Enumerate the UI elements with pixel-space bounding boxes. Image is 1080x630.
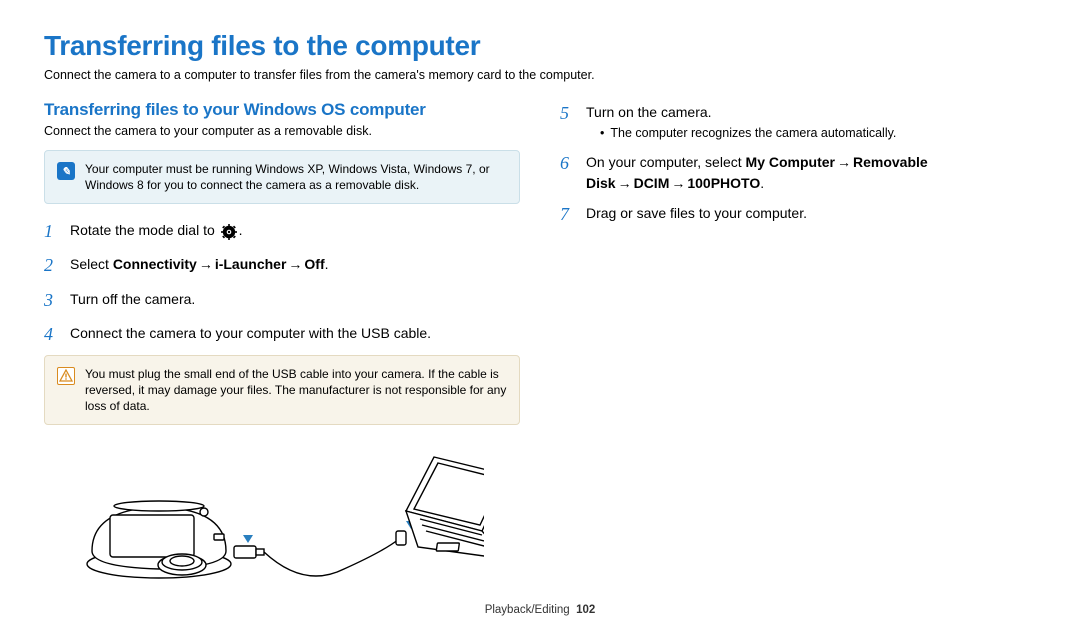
page-footer: Playback/Editing 102 xyxy=(0,604,1080,616)
step-3: 3 Turn off the camera. xyxy=(44,287,520,313)
info-callout: ✎ Your computer must be running Windows … xyxy=(44,150,520,204)
camera-laptop-illustration xyxy=(64,439,520,594)
step-text-bold: i-Launcher xyxy=(215,256,287,272)
footer-page-number: 102 xyxy=(576,604,595,616)
section-subtext: Connect the camera to your computer as a… xyxy=(44,124,520,138)
step-number: 2 xyxy=(44,252,60,278)
step-text-part: . xyxy=(760,175,764,191)
step-text-bold: My Computer xyxy=(746,154,835,170)
step-text: On your computer, select My Computer→Rem… xyxy=(586,150,1036,193)
intro-text: Connect the camera to a computer to tran… xyxy=(44,68,1036,82)
step-text: Select Connectivity→i-Launcher→Off. xyxy=(70,252,329,274)
step-text-bold: DCIM xyxy=(634,175,670,191)
step-text: Turn on the camera. The computer recogni… xyxy=(586,100,896,142)
step-text: Turn off the camera. xyxy=(70,287,195,309)
warning-callout-text: You must plug the small end of the USB c… xyxy=(85,366,507,415)
step-text-part: . xyxy=(239,222,243,238)
section-title: Transferring files to your Windows OS co… xyxy=(44,100,520,120)
step-text-bold: Connectivity xyxy=(113,256,197,272)
svg-text:✎: ✎ xyxy=(61,166,70,177)
warning-icon xyxy=(57,367,75,385)
step-text: Connect the camera to your computer with… xyxy=(70,321,431,343)
step-text-bold: Off xyxy=(304,256,324,272)
step-text-part: Rotate the mode dial to xyxy=(70,222,219,238)
footer-section: Playback/Editing xyxy=(485,604,570,616)
step-sub-bullet: The computer recognizes the camera autom… xyxy=(586,124,896,142)
step-number: 1 xyxy=(44,218,60,244)
info-callout-text: Your computer must be running Windows XP… xyxy=(85,161,507,193)
step-6: 6 On your computer, select My Computer→R… xyxy=(560,150,1036,193)
right-column: 5 Turn on the camera. The computer recog… xyxy=(560,100,1036,594)
arrow-icon: → xyxy=(197,256,215,272)
arrow-icon: → xyxy=(286,256,304,272)
step-text-bold: 100PHOTO xyxy=(687,175,760,191)
two-column-layout: Transferring files to your Windows OS co… xyxy=(44,100,1036,594)
sub-bullet-text: The computer recognizes the camera autom… xyxy=(610,124,896,142)
step-2: 2 Select Connectivity→i-Launcher→Off. xyxy=(44,252,520,278)
step-text: Drag or save files to your computer. xyxy=(586,201,807,223)
step-1: 1 Rotate the mode dial to . xyxy=(44,218,520,244)
step-text-part: . xyxy=(325,256,329,272)
left-column: Transferring files to your Windows OS co… xyxy=(44,100,520,594)
info-icon: ✎ xyxy=(57,162,75,180)
step-text-part: Select xyxy=(70,256,113,272)
step-text: Rotate the mode dial to . xyxy=(70,218,243,240)
warning-callout: You must plug the small end of the USB c… xyxy=(44,355,520,426)
step-text-part: Turn on the camera. xyxy=(586,104,712,120)
arrow-icon: → xyxy=(616,175,634,191)
arrow-icon: → xyxy=(669,175,687,191)
step-7: 7 Drag or save files to your computer. xyxy=(560,201,1036,227)
step-number: 3 xyxy=(44,287,60,313)
step-number: 5 xyxy=(560,100,576,126)
step-4: 4 Connect the camera to your computer wi… xyxy=(44,321,520,347)
arrow-icon: → xyxy=(835,154,853,170)
step-number: 4 xyxy=(44,321,60,347)
step-5: 5 Turn on the camera. The computer recog… xyxy=(560,100,1036,142)
step-number: 6 xyxy=(560,150,576,176)
gear-mode-icon xyxy=(221,224,237,240)
step-text-part: On your computer, select xyxy=(586,154,746,170)
step-number: 7 xyxy=(560,201,576,227)
page-title: Transferring files to the computer xyxy=(44,30,1036,62)
